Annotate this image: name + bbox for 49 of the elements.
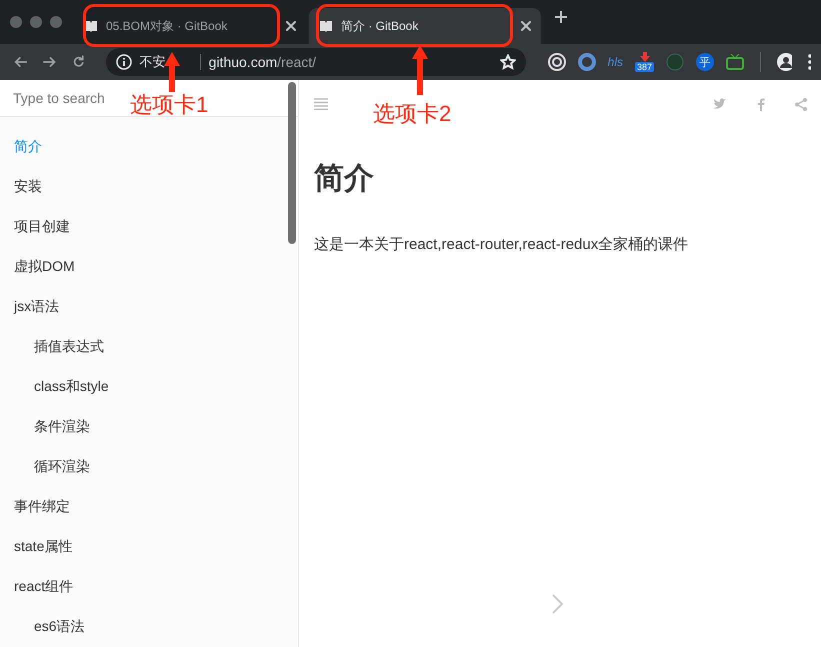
nav-item[interactable]: 虚拟DOM bbox=[0, 247, 298, 287]
forward-arrow-icon[interactable] bbox=[43, 55, 56, 69]
tab-title: 简介 · GitBook bbox=[341, 18, 420, 34]
nav-item[interactable]: 插值表达式 bbox=[0, 327, 298, 367]
window-control[interactable] bbox=[30, 16, 42, 28]
nav-item[interactable]: class和style bbox=[0, 367, 298, 407]
close-icon[interactable] bbox=[286, 21, 296, 31]
annotation-label: 选项卡2 bbox=[373, 100, 452, 128]
nav-item[interactable]: 安装 bbox=[0, 167, 298, 207]
browser-tab[interactable]: 简介 · GitBook bbox=[309, 8, 541, 44]
profile-icon[interactable] bbox=[776, 53, 792, 71]
info-icon bbox=[116, 54, 132, 70]
target-icon[interactable] bbox=[548, 53, 566, 71]
nav-item[interactable]: 条件渲染 bbox=[0, 407, 298, 447]
scrollbar-thumb[interactable] bbox=[288, 82, 296, 244]
nav-item[interactable]: es6语法 bbox=[0, 607, 298, 647]
more-icon[interactable] bbox=[808, 54, 812, 70]
tab-title: 05.BOM对象 · GitBook bbox=[106, 18, 228, 34]
arrow-drawing bbox=[164, 52, 180, 92]
star-icon[interactable] bbox=[500, 54, 516, 70]
window-control[interactable] bbox=[10, 16, 22, 28]
extension-icon[interactable]: 乎 bbox=[696, 53, 714, 71]
book-icon bbox=[84, 20, 98, 32]
plus-icon[interactable] bbox=[554, 10, 568, 24]
download-icon[interactable] bbox=[638, 52, 651, 62]
annotation-label: 选项卡1 bbox=[130, 91, 208, 119]
url-text: githuo.com/react/ bbox=[208, 54, 318, 70]
nav-item[interactable]: react组件 bbox=[0, 567, 298, 607]
nav-item[interactable]: 循环渲染 bbox=[0, 447, 298, 487]
page-title: 简介 bbox=[314, 161, 375, 197]
nav-item[interactable]: jsx语法 bbox=[0, 287, 298, 327]
tv-icon[interactable] bbox=[726, 54, 744, 70]
address-bar[interactable]: 不安 githuo.com/react/ bbox=[106, 48, 526, 76]
browser-tab[interactable]: 05.BOM对象 · GitBook bbox=[74, 8, 306, 44]
reload-icon[interactable] bbox=[72, 54, 86, 70]
back-arrow-icon[interactable] bbox=[14, 55, 28, 69]
close-icon[interactable] bbox=[521, 21, 531, 31]
nav-item[interactable]: state属性 bbox=[0, 527, 298, 567]
page-text: 这是一本关于react,react-router,react-redux全家桶的课件 bbox=[314, 235, 690, 254]
leaf-icon[interactable] bbox=[666, 53, 684, 71]
nav-item[interactable]: 事件绑定 bbox=[0, 487, 298, 527]
extension-icon[interactable]: hls bbox=[608, 55, 623, 69]
security-label: 不安 bbox=[140, 53, 166, 71]
count-badge: 387 bbox=[635, 62, 654, 72]
window-control[interactable] bbox=[50, 16, 62, 28]
arrow-drawing bbox=[412, 45, 428, 95]
ring-icon[interactable] bbox=[578, 53, 596, 71]
nav-item[interactable]: 项目创建 bbox=[0, 207, 298, 247]
book-icon bbox=[319, 20, 333, 32]
